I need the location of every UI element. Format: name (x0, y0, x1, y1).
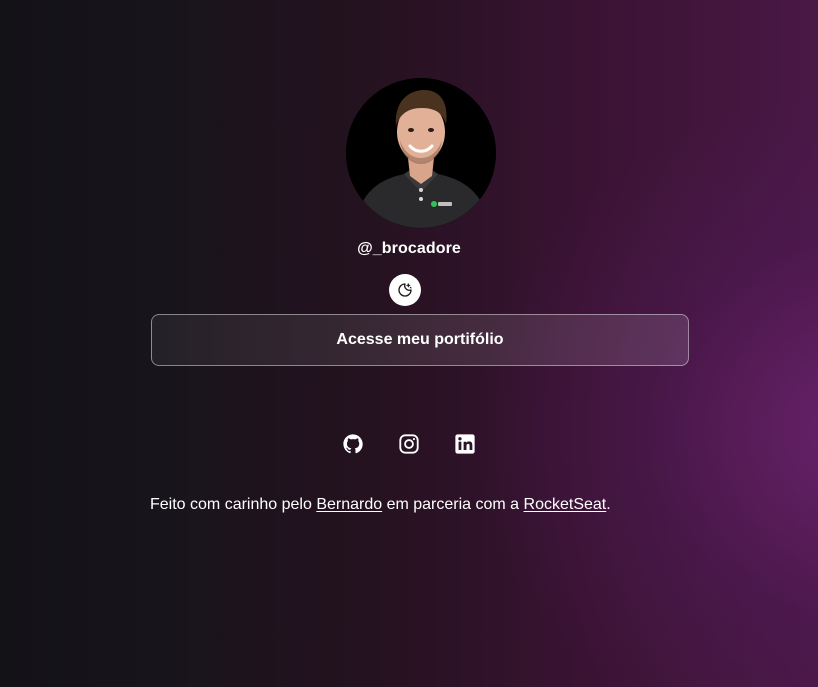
partner-link[interactable]: RocketSeat (524, 496, 607, 513)
theme-toggle-button[interactable] (389, 274, 421, 306)
avatar (346, 78, 496, 228)
social-links (0, 430, 818, 458)
portfolio-link-button[interactable]: Acesse meu portifólio (151, 314, 689, 366)
instagram-link[interactable] (397, 430, 421, 458)
page: @_brocadore Acesse meu portifólio Feito … (0, 0, 818, 687)
avatar-photo (346, 78, 496, 228)
instagram-icon (399, 434, 419, 454)
footer-credit: Feito com carinho pelo Bernardo em parce… (150, 496, 611, 514)
author-link[interactable]: Bernardo (316, 496, 382, 513)
footer-suffix: . (606, 496, 611, 513)
github-icon (343, 434, 363, 454)
linkedin-link[interactable] (453, 430, 477, 458)
github-link[interactable] (341, 430, 365, 458)
footer-middle: em parceria com a (382, 496, 524, 513)
profile-handle: @_brocadore (357, 240, 461, 257)
footer-prefix: Feito com carinho pelo (150, 496, 317, 513)
moon-sun-icon (398, 283, 412, 297)
linkedin-icon (455, 434, 475, 454)
